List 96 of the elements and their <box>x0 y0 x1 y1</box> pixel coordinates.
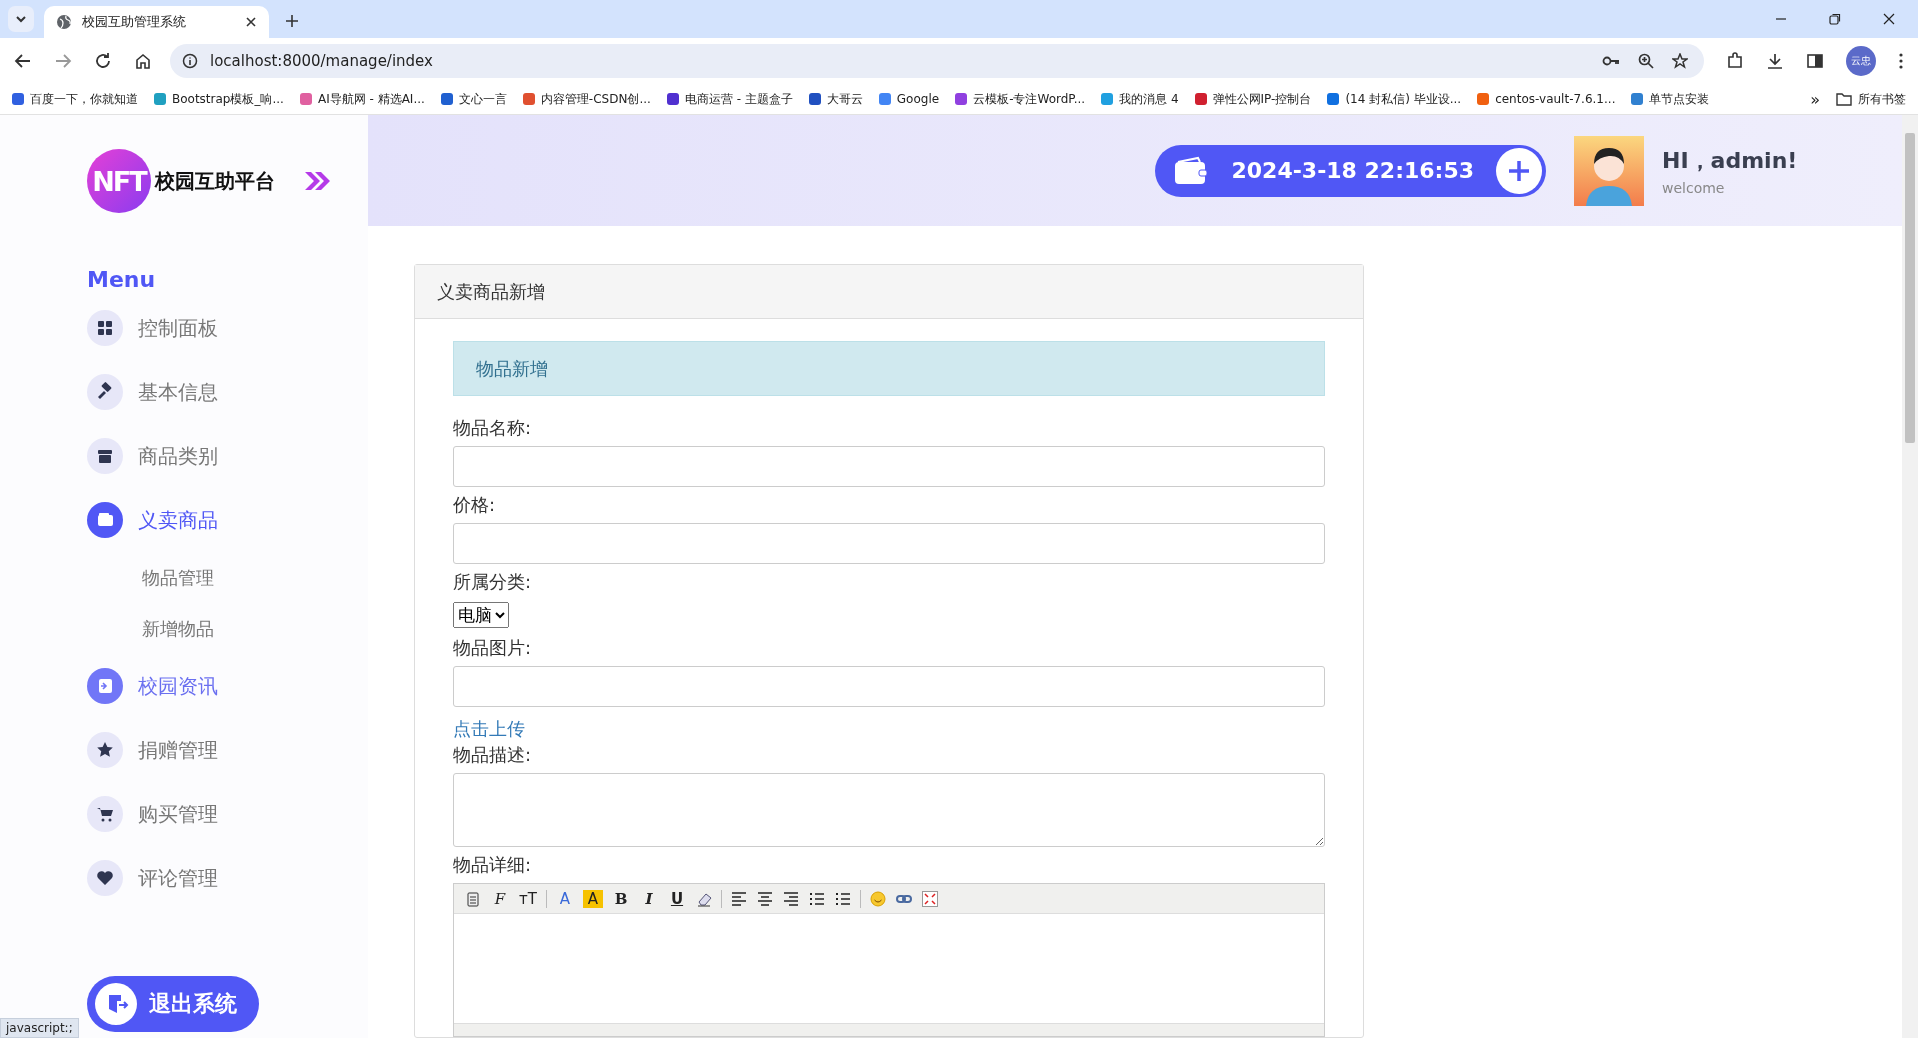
more-bookmarks-button[interactable]: » <box>1810 89 1820 109</box>
category-select[interactable]: 电脑 <box>453 602 509 628</box>
bookmark[interactable]: Bootstrap模板_响... <box>154 90 284 108</box>
double-chevron-icon[interactable] <box>303 170 331 192</box>
wallet-icon <box>87 502 123 538</box>
dashboard-icon <box>87 310 123 346</box>
upload-link[interactable]: 点击上传 <box>453 717 1325 743</box>
hammer-icon <box>87 374 123 410</box>
bookmark[interactable]: centos-vault-7.6.1... <box>1477 92 1616 106</box>
font-size-button[interactable]: тT <box>518 889 538 908</box>
menu-item[interactable]: 捐赠管理 <box>87 718 368 782</box>
bold-button[interactable]: B <box>611 889 631 908</box>
download-icon[interactable] <box>1766 52 1784 70</box>
user-avatar <box>1574 135 1644 206</box>
side-panel-icon[interactable] <box>1806 52 1824 70</box>
description-field[interactable] <box>453 773 1325 847</box>
info-icon[interactable] <box>182 53 198 69</box>
underline-button[interactable]: U <box>667 889 687 908</box>
menu-item[interactable]: 控制面板 <box>87 296 368 360</box>
bookmark[interactable]: 单节点安装 <box>1631 90 1710 108</box>
logo-badge: NFT <box>87 149 151 213</box>
greeting: HI，admin! <box>1662 146 1799 175</box>
menu-item[interactable]: 评论管理 <box>87 846 368 910</box>
bookmark[interactable]: 内容管理-CSDN创... <box>522 90 651 108</box>
field-label: 物品图片: <box>453 636 533 660</box>
font-color-button[interactable]: A <box>555 889 575 908</box>
font-button[interactable]: F <box>490 889 510 908</box>
profile-avatar[interactable]: 云忠 <box>1846 46 1876 76</box>
submenu-item[interactable]: 新增物品 <box>87 603 368 654</box>
bookmark[interactable]: 大哥云 <box>808 90 863 108</box>
login-icon <box>87 668 123 704</box>
globe-icon <box>56 14 72 30</box>
logout-button[interactable]: 退出系统 <box>87 976 259 1032</box>
address-bar[interactable]: localhost:8000/manage/index <box>170 44 1704 78</box>
star-icon[interactable] <box>1672 53 1688 69</box>
all-bookmarks-button[interactable]: 所有书签 <box>1836 90 1906 108</box>
align-center-icon[interactable] <box>756 889 774 908</box>
field-label: 物品详细: <box>453 853 533 877</box>
welcome-text: welcome <box>1662 179 1726 196</box>
input-field[interactable] <box>453 446 1325 487</box>
highlight-button[interactable]: A <box>583 889 603 908</box>
field-label: 价格: <box>453 493 497 517</box>
datetime-pill: 2024-3-18 22:16:53 <box>1155 144 1546 197</box>
status-url: javascript:; <box>0 1018 79 1038</box>
field-label: 物品名称: <box>453 416 533 440</box>
italic-button[interactable]: I <box>639 889 659 908</box>
bookmark[interactable]: 文心一言 <box>440 90 507 108</box>
zoom-icon[interactable] <box>1638 53 1654 69</box>
menu-item[interactable]: 商品类别 <box>87 424 368 488</box>
reload-icon[interactable] <box>94 52 112 70</box>
tab-search-button[interactable] <box>8 6 34 32</box>
bookmark[interactable]: (14 封私信) 毕业设... <box>1327 90 1462 108</box>
menu-heading: Menu <box>87 267 157 292</box>
info-banner: 物品新增 <box>453 341 1325 396</box>
menu-item[interactable]: 校园资讯 <box>87 654 368 718</box>
logo-text: 校园互助平台 <box>155 167 275 195</box>
restore-icon[interactable] <box>1828 12 1842 26</box>
forward-icon[interactable] <box>54 52 72 70</box>
paste-icon[interactable] <box>464 889 482 908</box>
fullscreen-icon[interactable] <box>921 889 939 908</box>
browser-tab[interactable]: 校园互助管理系统 <box>44 6 269 38</box>
menu-item[interactable]: 基本信息 <box>87 360 368 424</box>
menu-item[interactable]: 义卖商品 <box>87 488 368 552</box>
plus-icon[interactable] <box>1496 147 1542 194</box>
align-right-icon[interactable] <box>782 889 800 908</box>
exit-icon <box>95 983 137 1025</box>
cart-icon <box>87 796 123 832</box>
store-icon <box>87 438 123 474</box>
scrollbar[interactable] <box>1902 115 1918 1038</box>
wallet-icon <box>1173 155 1210 186</box>
folder-icon <box>1836 92 1852 106</box>
bookmark[interactable]: Google <box>878 92 940 106</box>
key-icon[interactable] <box>1602 54 1620 68</box>
rich-text-editor[interactable]: F тT A A B I U <box>453 883 1325 1037</box>
bookmark[interactable]: 我的消息 4 <box>1101 90 1179 108</box>
bookmark[interactable]: 百度一下，你就知道 <box>12 90 138 108</box>
menu-item[interactable]: 购买管理 <box>87 782 368 846</box>
close-icon[interactable] <box>1882 12 1896 26</box>
new-tab-icon[interactable] <box>285 14 299 28</box>
field-label: 所属分类: <box>453 570 533 594</box>
bookmark[interactable]: AI导航网 - 精选AI... <box>299 90 425 108</box>
submenu-item[interactable]: 物品管理 <box>87 552 368 603</box>
bookmark[interactable]: 电商运营 - 主题盒子 <box>666 90 793 108</box>
chevron-down-icon <box>15 13 27 25</box>
back-icon[interactable] <box>14 52 32 70</box>
input-field[interactable] <box>453 523 1325 564</box>
home-icon[interactable] <box>134 52 152 70</box>
align-left-icon[interactable] <box>730 889 748 908</box>
bookmark[interactable]: 云模板-专注WordP... <box>955 90 1086 108</box>
more-icon[interactable] <box>1898 52 1904 70</box>
input-field[interactable] <box>453 666 1325 707</box>
bookmark[interactable]: 弹性公网IP-控制台 <box>1194 90 1312 108</box>
card-title: 义卖商品新增 <box>415 265 1363 319</box>
field-label: 物品描述: <box>453 743 533 767</box>
extensions-icon[interactable] <box>1726 52 1744 70</box>
close-icon[interactable] <box>245 16 257 28</box>
